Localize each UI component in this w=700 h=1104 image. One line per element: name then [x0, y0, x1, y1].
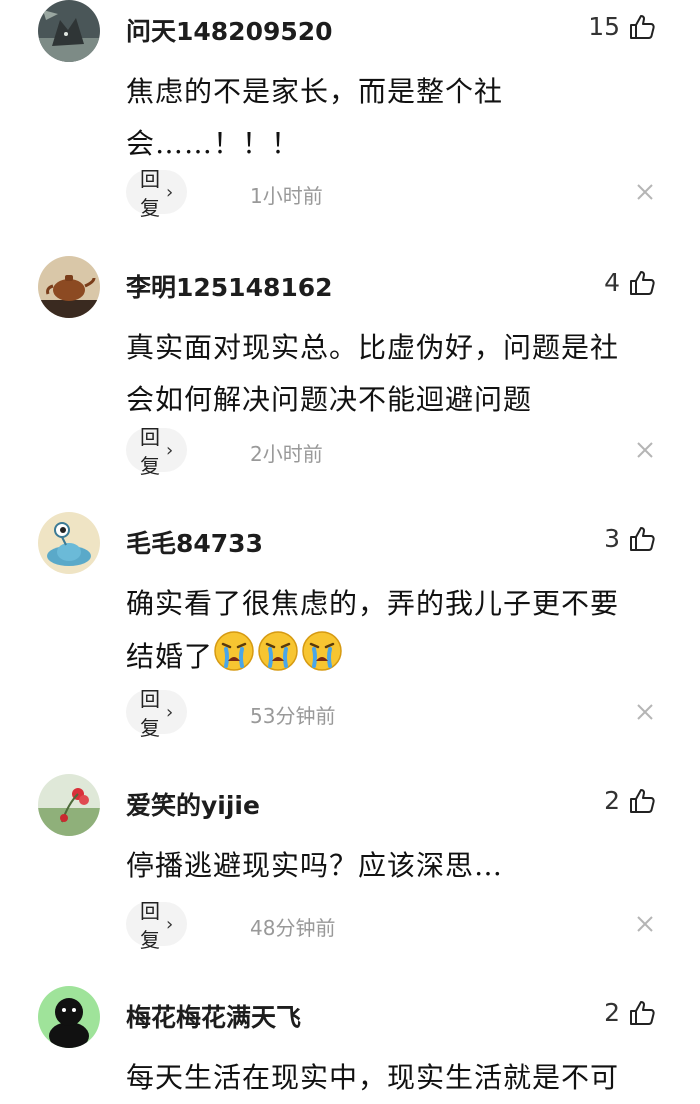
comment-text-line: 确实看了很焦虑的，弄的我儿子更不要 [126, 587, 620, 620]
avatar[interactable] [38, 512, 100, 574]
teapot-avatar-icon [38, 256, 100, 318]
username[interactable]: 爱笑的yijie [126, 786, 260, 822]
like-count: 4 [604, 268, 620, 297]
username[interactable]: 李明125148162 [126, 268, 333, 304]
reply-button[interactable]: 回复 › [126, 687, 188, 740]
comment-text-line-with-emoji: 结婚了 [126, 630, 666, 683]
thumbs-up-icon [628, 269, 656, 297]
chevron-right-icon: › [166, 181, 174, 203]
username[interactable]: 梅花梅花满天飞 [126, 998, 301, 1034]
chevron-right-icon: › [166, 913, 174, 935]
comment-text-line: 焦虑的不是家长，而是整个社 [126, 75, 504, 108]
comment-time: 2小时前 [250, 442, 323, 466]
like-count: 3 [604, 524, 620, 553]
thumbs-up-icon [628, 525, 656, 553]
thumbs-up-icon [628, 787, 656, 815]
close-icon[interactable] [634, 701, 656, 723]
wolf-avatar-icon [38, 0, 100, 62]
black-figure-avatar-icon [38, 986, 100, 1048]
like-button[interactable]: 3 [604, 524, 656, 553]
thumbs-up-icon [628, 999, 656, 1027]
chevron-right-icon: › [166, 701, 174, 723]
reply-label: 回复 [140, 167, 160, 220]
avatar[interactable] [38, 774, 100, 836]
close-icon[interactable] [634, 913, 656, 935]
reply-label: 回复 [140, 899, 160, 952]
like-button[interactable]: 4 [604, 268, 656, 297]
thumbs-up-icon [628, 13, 656, 41]
comment-text-line: 停播逃避现实吗？应该深思… [126, 849, 504, 882]
comment-text-line: 每天生活在现实中，现实生活就是不可 [126, 1061, 620, 1094]
like-count: 2 [604, 786, 620, 815]
reply-label: 回复 [140, 425, 160, 478]
avatar[interactable] [38, 986, 100, 1048]
close-icon[interactable] [634, 181, 656, 203]
chevron-right-icon: › [166, 439, 174, 461]
like-count: 2 [604, 998, 620, 1027]
comment-text: 确实看了很焦虑的，弄的我儿子更不要 结婚了 [126, 578, 666, 683]
reply-label: 回复 [140, 687, 160, 740]
comment-text-line: 结婚了 [126, 640, 214, 673]
comment-text: 真实面对现实总。比虚伪好，问题是社 会如何解决问题决不能迴避问题 [126, 322, 666, 426]
comment-text-line: 真实面对现实总。比虚伪好，问题是社 [126, 331, 620, 364]
comment-time: 1小时前 [250, 184, 323, 208]
username[interactable]: 问天148209520 [126, 12, 333, 48]
comment-text: 焦虑的不是家长，而是整个社 会……！！！ [126, 66, 666, 170]
comment-text: 每天生活在现实中，现实生活就是不可 [126, 1052, 666, 1104]
like-button[interactable]: 15 [588, 12, 656, 41]
reply-button[interactable]: 回复 › [126, 167, 188, 220]
reply-button[interactable]: 回复 › [126, 899, 188, 952]
close-icon[interactable] [634, 439, 656, 461]
crying-face-emoji-icon [301, 630, 343, 672]
avatar[interactable] [38, 0, 100, 62]
like-button[interactable]: 2 [604, 786, 656, 815]
comment-time: 48分钟前 [250, 916, 336, 940]
username[interactable]: 毛毛84733 [126, 524, 263, 560]
comment-time: 53分钟前 [250, 704, 336, 728]
like-button[interactable]: 2 [604, 998, 656, 1027]
like-count: 15 [588, 12, 620, 41]
avatar[interactable] [38, 256, 100, 318]
crying-face-emoji-icon [213, 630, 255, 672]
comment-text-line: 会如何解决问题决不能迴避问题 [126, 383, 533, 416]
comment-text-line: 会……！！！ [126, 127, 301, 160]
comment-text: 停播逃避现实吗？应该深思… [126, 840, 666, 892]
reply-button[interactable]: 回复 › [126, 425, 188, 478]
flower-avatar-icon [38, 774, 100, 836]
cartoon-alien-avatar-icon [38, 512, 100, 574]
crying-face-emoji-icon [257, 630, 299, 672]
